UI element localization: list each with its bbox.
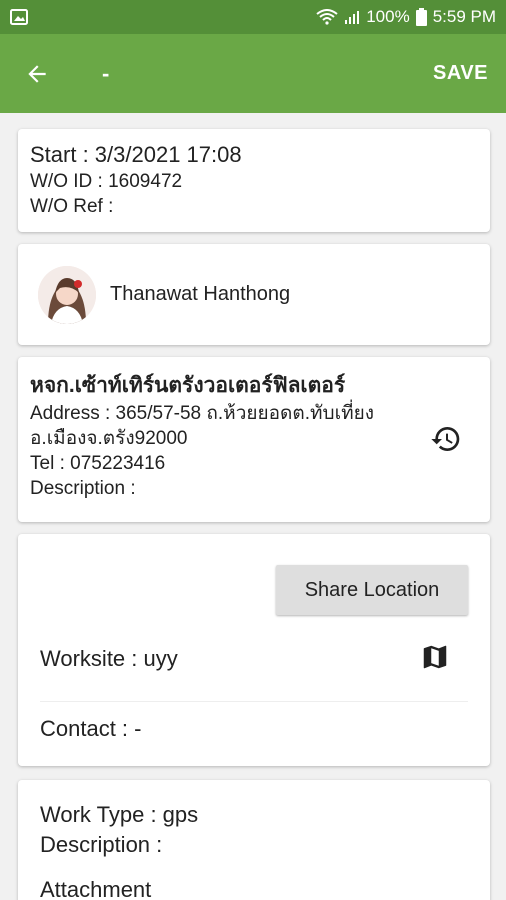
work-details-card: Work Type : gps Description : Attachment [18, 780, 490, 900]
customer-card: หจก.เซ้าท์เทิร์นตรังวอเตอร์ฟิลเตอร์ Addr… [18, 357, 490, 522]
save-button[interactable]: SAVE [433, 62, 488, 85]
clock-time: 5:59 PM [432, 7, 496, 26]
assignee-name: Thanawat Hanthong [110, 283, 291, 305]
contact-text: Contact : - [40, 716, 142, 741]
assignee-card[interactable]: Thanawat Hanthong [18, 244, 490, 345]
back-arrow-icon[interactable] [24, 61, 50, 87]
battery-icon [415, 8, 427, 26]
status-bar: 100% 5:59 PM [0, 0, 506, 34]
company-name: หจก.เซ้าท์เทิร์นตรังวอเตอร์ฟิลเตอร์ [30, 374, 346, 397]
image-icon [10, 9, 28, 25]
customer-description: Description : [30, 478, 136, 499]
share-location-button[interactable]: Share Location [276, 565, 468, 615]
start-datetime: Start : 3/3/2021 17:08 [30, 142, 242, 167]
avatar [38, 265, 96, 324]
battery-percent: 100% [366, 7, 410, 26]
wo-ref: W/O Ref : [30, 196, 114, 217]
divider [40, 701, 468, 702]
customer-address: Address : 365/57-58 ถ.ห้วยยอดต.ทับเที่ยง… [30, 403, 375, 449]
work-order-card: Start : 3/3/2021 17:08 W/O ID : 1609472 … [18, 129, 490, 232]
app-bar: - SAVE [0, 34, 506, 113]
work-description: Description : [40, 832, 163, 857]
attachment-label: Attachment [40, 877, 152, 900]
worksite-text: Worksite : uyy [40, 646, 178, 671]
wifi-icon [316, 9, 338, 25]
map-icon[interactable] [420, 642, 450, 672]
work-type: Work Type : gps [40, 802, 199, 827]
location-card: Share Location Worksite : uyy Contact : … [18, 534, 490, 766]
customer-tel: Tel : 075223416 [30, 453, 166, 474]
signal-icon [345, 11, 360, 24]
wo-id: W/O ID : 1609472 [30, 171, 183, 192]
status-indicators: 100% 5:59 PM [316, 7, 496, 27]
page-title: - [102, 60, 110, 86]
history-icon[interactable] [430, 423, 462, 455]
